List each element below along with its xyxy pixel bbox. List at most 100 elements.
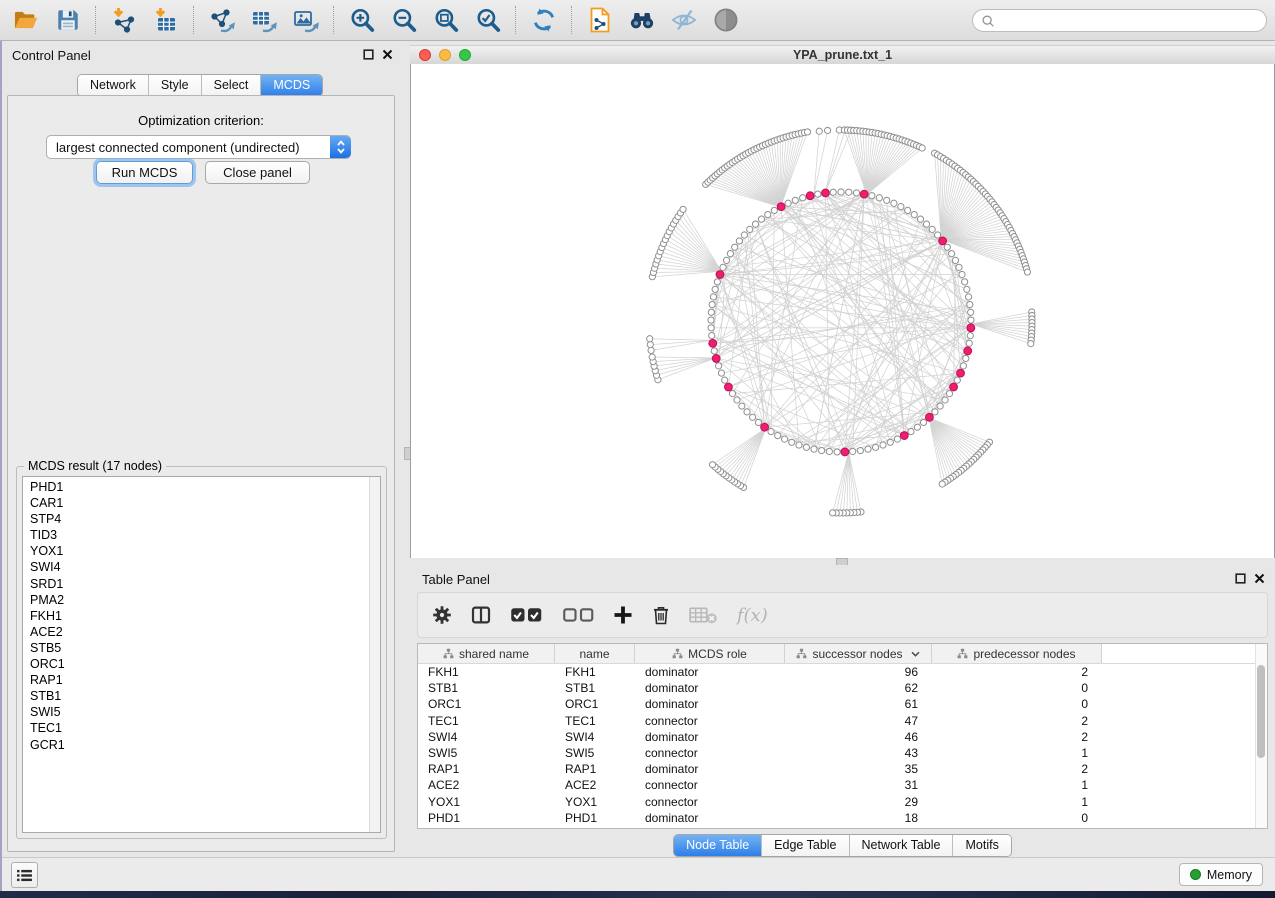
table-scrollbar[interactable]	[1255, 644, 1267, 828]
toolbar-separator	[515, 6, 517, 34]
export-table-button[interactable]	[243, 2, 285, 38]
table-scrollbar-thumb[interactable]	[1257, 665, 1265, 758]
mcds-result-item[interactable]: SWI5	[23, 704, 370, 720]
table-row[interactable]: SWI4SWI4dominator462	[418, 729, 1267, 745]
show-all-button[interactable]	[705, 2, 747, 38]
table-row[interactable]: ACE2ACE2connector311	[418, 777, 1267, 793]
optimization-criterion-label: Optimization criterion:	[8, 113, 394, 128]
float-table-panel-icon[interactable]	[1235, 573, 1246, 584]
show-columns-button[interactable]	[469, 600, 493, 630]
column-header-successor-nodes[interactable]: successor nodes	[785, 644, 932, 663]
close-panel-icon[interactable]	[382, 49, 393, 60]
network-view-title: YPA_prune.txt_1	[410, 46, 1275, 64]
mcds-result-item[interactable]: PHD1	[23, 479, 370, 495]
table-row[interactable]: SWI5SWI5connector431	[418, 745, 1267, 761]
save-session-button[interactable]	[47, 2, 89, 38]
mcds-result-item[interactable]: RAP1	[23, 672, 370, 688]
tab-network-table[interactable]: Network Table	[850, 835, 954, 856]
maximize-window-icon[interactable]	[459, 49, 471, 61]
tab-edge-table[interactable]: Edge Table	[762, 835, 849, 856]
tab-select[interactable]: Select	[202, 75, 262, 96]
mcds-result-item[interactable]: STP4	[23, 511, 370, 527]
export-image-button[interactable]	[285, 2, 327, 38]
column-header-predecessor-nodes[interactable]: predecessor nodes	[932, 644, 1102, 663]
column-header-name[interactable]: name	[555, 644, 635, 663]
mcds-result-scrollbar[interactable]	[369, 477, 380, 832]
mcds-result-item[interactable]: PMA2	[23, 592, 370, 608]
zoom-selected-button[interactable]	[467, 2, 509, 38]
tab-motifs[interactable]: Motifs	[953, 835, 1010, 856]
mcds-result-group: MCDS result (17 nodes) PHD1CAR1STP4TID3Y…	[16, 466, 387, 839]
table-cell: TEC1	[555, 714, 635, 728]
mcds-tab-content: Optimization criterion: largest connecte…	[7, 95, 395, 852]
mcds-result-item[interactable]: TID3	[23, 527, 370, 543]
export-table-icon	[251, 7, 277, 33]
first-neighbors-button[interactable]	[621, 2, 663, 38]
mcds-result-item[interactable]: SRD1	[23, 576, 370, 592]
mcds-result-item[interactable]: YOX1	[23, 543, 370, 559]
mcds-result-item[interactable]: ORC1	[23, 656, 370, 672]
mcds-result-item[interactable]: GCR1	[23, 737, 370, 753]
tab-style[interactable]: Style	[149, 75, 202, 96]
column-header-MCDS-role[interactable]: MCDS role	[635, 644, 785, 663]
zoom-out-button[interactable]	[383, 2, 425, 38]
column-header-shared-name[interactable]: shared name	[418, 644, 555, 663]
table-cell: 0	[932, 697, 1102, 711]
mcds-result-item[interactable]: CAR1	[23, 495, 370, 511]
open-file-button[interactable]	[5, 2, 47, 38]
criterion-dropdown[interactable]: largest connected component (undirected)	[46, 135, 351, 159]
import-table-from-file-button[interactable]	[145, 2, 187, 38]
new-network-from-selection-button[interactable]	[579, 2, 621, 38]
deselect-all-rows-button[interactable]	[560, 600, 597, 630]
table-cell: ORC1	[418, 697, 555, 711]
table-row[interactable]: ORC1ORC1dominator610	[418, 696, 1267, 712]
run-mcds-button[interactable]: Run MCDS	[96, 161, 193, 184]
function-builder-button[interactable]: f(x)	[735, 600, 770, 630]
tab-network[interactable]: Network	[78, 75, 149, 96]
import-network-from-file-button[interactable]	[103, 2, 145, 38]
hide-selected-button[interactable]	[663, 2, 705, 38]
column-namespace-icon	[796, 648, 807, 659]
refresh-view-button[interactable]	[523, 2, 565, 38]
mcds-result-item[interactable]: TEC1	[23, 720, 370, 736]
tab-node-table[interactable]: Node Table	[674, 835, 762, 856]
mcds-result-item[interactable]: STB1	[23, 688, 370, 704]
toolbar-separator	[193, 6, 195, 34]
first-neighbors-icon	[629, 7, 655, 33]
select-all-rows-button[interactable]	[508, 600, 545, 630]
delete-rows-button[interactable]	[650, 600, 672, 630]
mcds-result-item[interactable]: SWI4	[23, 559, 370, 575]
table-cell: 1	[932, 795, 1102, 809]
network-canvas[interactable]	[410, 64, 1275, 558]
close-table-panel-icon[interactable]	[1254, 573, 1265, 584]
close-panel-button[interactable]: Close panel	[205, 161, 310, 184]
column-namespace-icon	[957, 648, 968, 659]
close-window-icon[interactable]	[419, 49, 431, 61]
tab-mcds[interactable]: MCDS	[261, 75, 322, 96]
mcds-result-item[interactable]: STB5	[23, 640, 370, 656]
add-row-button[interactable]	[611, 600, 635, 630]
table-row[interactable]: PHD1PHD1dominator180	[418, 810, 1267, 826]
table-row[interactable]: FKH1FKH1dominator962	[418, 664, 1267, 680]
table-cell: 2	[932, 665, 1102, 679]
export-image-icon	[293, 7, 319, 33]
memory-button[interactable]: Memory	[1179, 863, 1263, 886]
table-row[interactable]: TEC1TEC1connector472	[418, 713, 1267, 729]
open-file-icon	[13, 7, 39, 33]
float-panel-icon[interactable]	[363, 49, 374, 60]
export-network-button[interactable]	[201, 2, 243, 38]
table-row[interactable]: RAP1RAP1dominator352	[418, 761, 1267, 777]
table-cell: ORC1	[555, 697, 635, 711]
minimize-window-icon[interactable]	[439, 49, 451, 61]
mcds-result-item[interactable]: FKH1	[23, 608, 370, 624]
zoom-in-button[interactable]	[341, 2, 383, 38]
mcds-result-item[interactable]: ACE2	[23, 624, 370, 640]
console-toggle-button[interactable]	[11, 862, 38, 888]
table-settings-button[interactable]	[430, 600, 454, 630]
table-row[interactable]: STB1STB1dominator620	[418, 680, 1267, 696]
search-input[interactable]	[995, 12, 1266, 30]
zoom-fit-content-button[interactable]	[425, 2, 467, 38]
table-row[interactable]: YOX1YOX1connector291	[418, 794, 1267, 810]
column-header-label: predecessor nodes	[973, 647, 1075, 661]
delete-table-button[interactable]	[687, 600, 720, 630]
